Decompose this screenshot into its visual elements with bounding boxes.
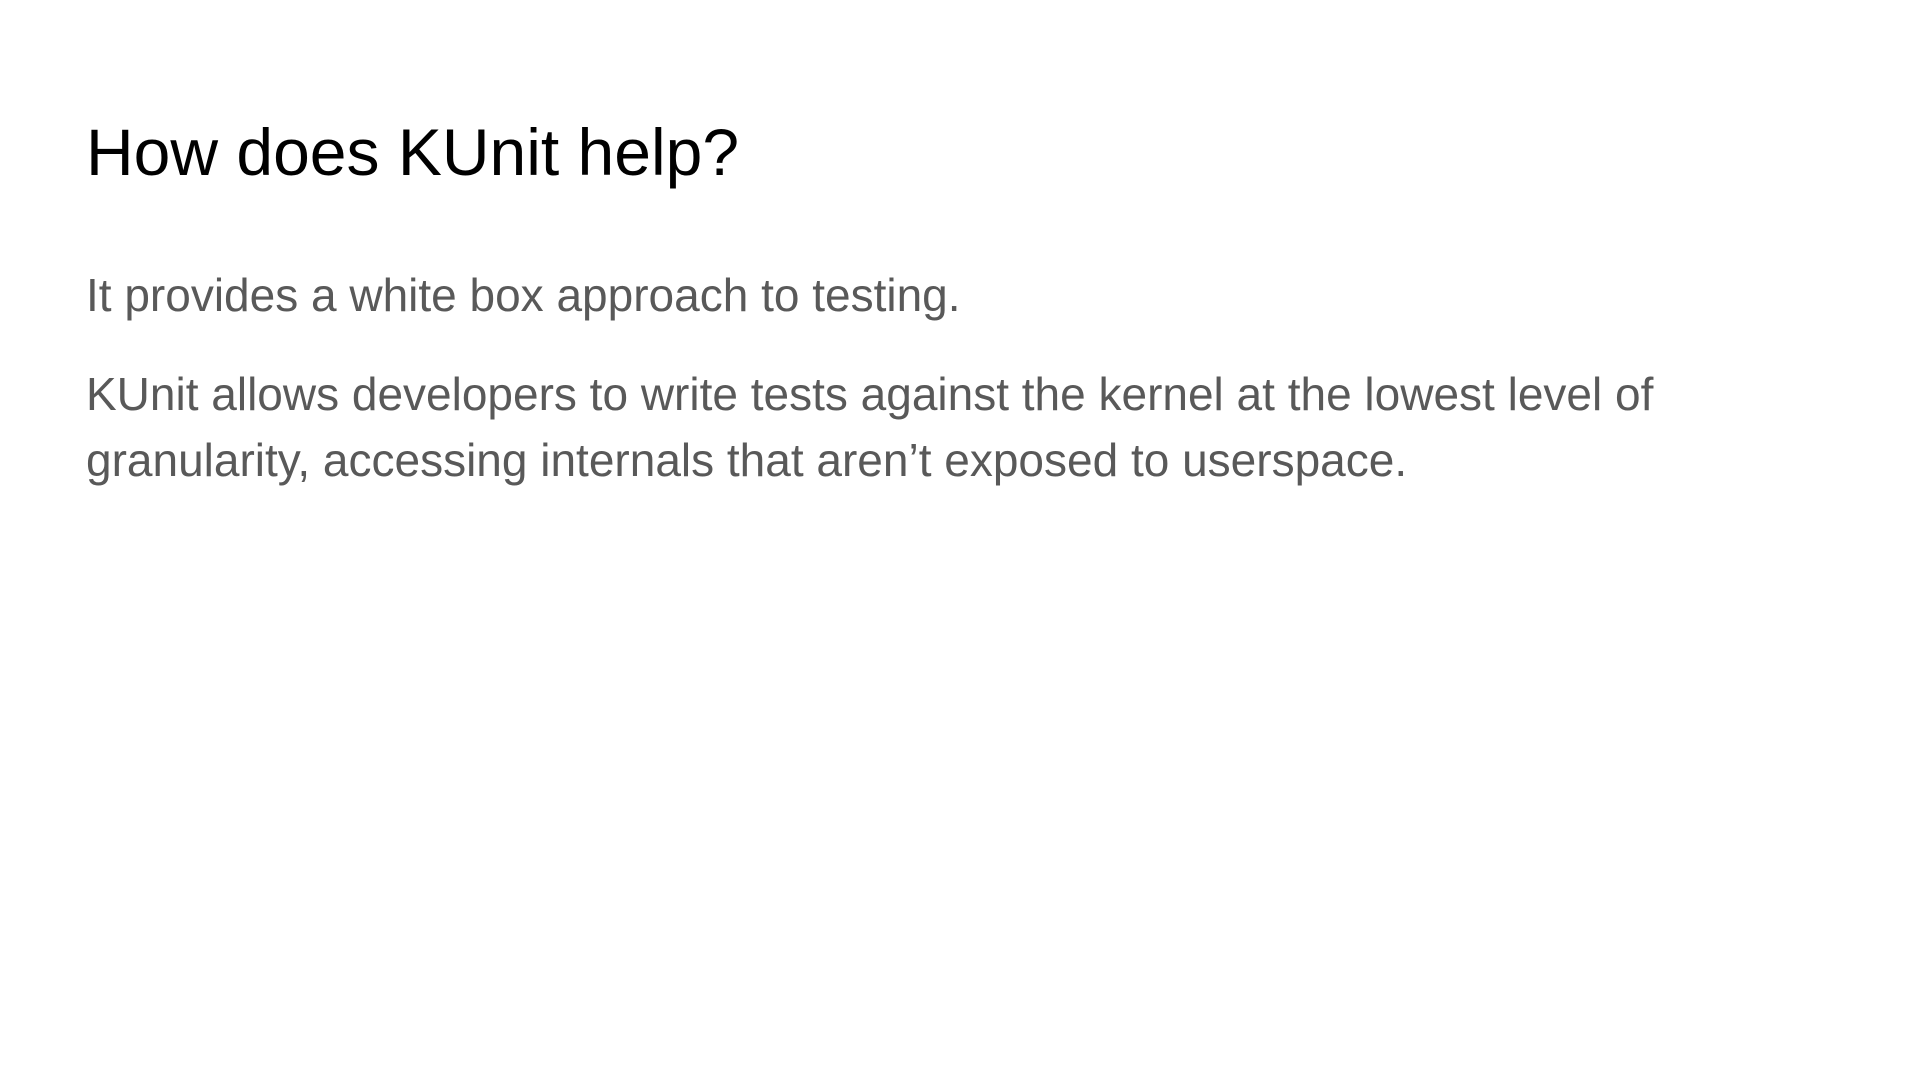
slide-body: It provides a white box approach to test…: [86, 262, 1846, 526]
body-paragraph: It provides a white box approach to test…: [86, 269, 961, 321]
slide: How does KUnit help? It provides a white…: [0, 0, 1920, 1080]
slide-title: How does KUnit help?: [86, 115, 740, 189]
body-paragraph: KUnit allows developers to write tests a…: [86, 368, 1654, 486]
